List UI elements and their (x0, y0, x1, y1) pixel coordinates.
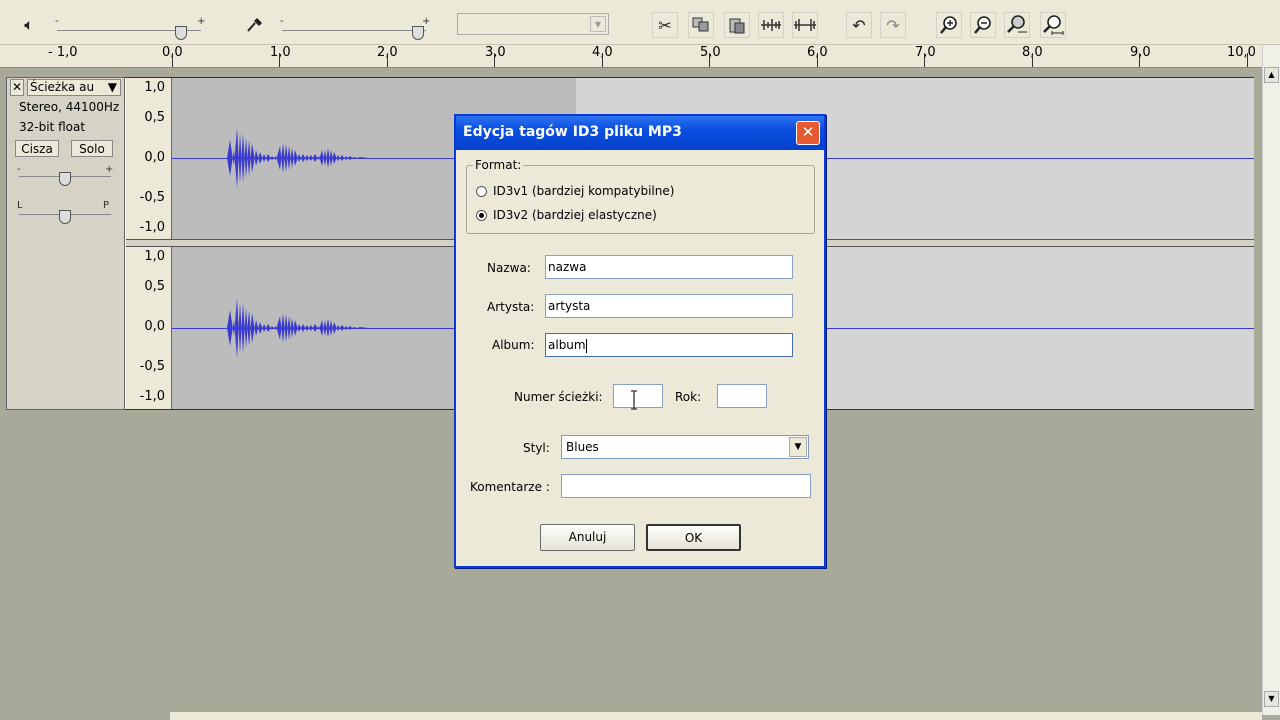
radio-id3v1[interactable] (476, 186, 487, 197)
gain-minus: - (17, 164, 21, 175)
pan-left-label: L (17, 200, 23, 211)
ruler-tick-label: 1,0 (270, 45, 291, 60)
album-field[interactable]: album (545, 333, 793, 357)
copy-icon[interactable] (688, 12, 714, 38)
ruler-tick-label: - 1,0 (48, 45, 78, 60)
waveform-shape (227, 128, 384, 358)
ruler-tick-label: 5,0 (700, 45, 721, 60)
gain-plus: + (105, 164, 114, 175)
silence-icon[interactable] (792, 12, 818, 38)
amplitude-scale-right: 1,0 0,5 0,0 -0,5 -1,0 (126, 247, 172, 409)
undo-icon[interactable]: ↶ (846, 12, 872, 38)
mic-icon[interactable] (242, 12, 268, 38)
mute-button[interactable]: Cisza (15, 140, 59, 157)
chevron-down-icon: ▼ (107, 80, 117, 94)
disabled-combo: ▼ (457, 13, 609, 35)
solo-button[interactable]: Solo (71, 140, 113, 157)
y-axis-label: -1,0 (139, 220, 165, 235)
ok-button[interactable]: OK (646, 524, 741, 551)
genre-value: Blues (566, 440, 599, 454)
track-name: Ścieżka au (30, 80, 95, 94)
timeline-ruler[interactable]: - 1,0 0,0 1,0 2,0 3,0 4,0 5,0 6,0 7,0 8,… (0, 45, 1262, 68)
track-close-button[interactable]: ✕ (10, 79, 24, 96)
slider-minus-mark: - (55, 16, 59, 27)
record-volume-slider[interactable]: - + (280, 16, 430, 42)
dialog-title: Edycja tagów ID3 pliku MP3 (463, 124, 682, 140)
y-axis-label: -0,5 (139, 359, 165, 374)
year-field[interactable] (717, 384, 767, 408)
pan-right-label: P (103, 200, 110, 211)
slider-thumb[interactable] (175, 26, 187, 40)
text-cursor-icon (631, 390, 637, 410)
y-axis-label: -0,5 (139, 190, 165, 205)
slider-minus-mark: - (280, 16, 284, 27)
speaker-icon[interactable]: 🔈︎ (16, 12, 42, 38)
slider-plus-mark: + (197, 16, 206, 27)
cut-icon[interactable]: ✂ (652, 12, 678, 38)
genre-select[interactable]: Blues ▼ (561, 435, 809, 459)
y-axis-label: 0,0 (144, 150, 165, 165)
track-gain-slider[interactable]: - + (17, 164, 114, 188)
track-name-menu[interactable]: Ścieżka au ▼ (27, 79, 121, 96)
name-field[interactable]: nazwa (545, 255, 793, 279)
artist-field[interactable]: artysta (545, 294, 793, 318)
horizontal-scrollbar[interactable] (170, 712, 1262, 720)
radio-id3v2-label: ID3v2 (bardziej elastyczne) (493, 208, 657, 222)
track-control-panel: ✕ Ścieżka au ▼ Stereo, 44100Hz 32-bit fl… (6, 77, 125, 410)
zoom-in-icon[interactable] (936, 12, 962, 38)
scroll-up-arrow-icon[interactable]: ▲ (1264, 67, 1279, 83)
artist-label: Artysta: (487, 300, 535, 314)
amplitude-scale-left: 1,0 0,5 0,0 -0,5 -1,0 (126, 78, 172, 239)
radio-id3v1-label: ID3v1 (bardziej kompatybilne) (493, 184, 675, 198)
album-value: album (548, 338, 586, 352)
ruler-tick-label: 9,0 (1130, 45, 1151, 60)
track-pan-slider[interactable]: L P (17, 200, 113, 224)
y-axis-label: 0,5 (144, 279, 165, 294)
genre-label: Styl: (523, 441, 550, 455)
slider-thumb[interactable] (412, 26, 424, 40)
slider-thumb[interactable] (59, 210, 71, 224)
comments-label: Komentarze : (470, 480, 550, 494)
main-toolbar: 🔈︎ - + - + ▼ ✂ ↶ ↷ (0, 8, 1280, 45)
y-axis-label: 0,5 (144, 110, 165, 125)
cancel-button[interactable]: Anuluj (540, 524, 635, 551)
track-bit-depth: 32-bit float (19, 120, 86, 134)
trim-icon[interactable] (758, 12, 784, 38)
ruler-tick-label: 7,0 (915, 45, 936, 60)
y-axis-label: 1,0 (144, 80, 165, 95)
track-number-label: Numer ścieżki: (514, 390, 603, 404)
dialog-title-bar[interactable]: Edycja tagów ID3 pliku MP3 ✕ (456, 116, 824, 150)
year-label: Rok: (675, 390, 702, 404)
ruler-tick-label: 3,0 (485, 45, 506, 60)
radio-id3v2[interactable] (476, 210, 487, 221)
vertical-scrollbar[interactable]: ▲ ▼ (1262, 45, 1280, 715)
format-legend: Format: (475, 158, 522, 172)
zoom-fit-icon[interactable] (1004, 12, 1030, 38)
ruler-tick-label: 10,0 (1227, 45, 1256, 60)
redo-icon[interactable]: ↷ (880, 12, 906, 38)
y-axis-label: 1,0 (144, 249, 165, 264)
zoom-out-icon[interactable] (970, 12, 996, 38)
slider-thumb[interactable] (59, 172, 71, 186)
track-format-info: Stereo, 44100Hz (19, 100, 120, 114)
zoom-selection-icon[interactable] (1040, 12, 1066, 38)
y-axis-label: -1,0 (139, 389, 165, 404)
album-label: Album: (492, 338, 535, 352)
y-axis-label: 0,0 (144, 319, 165, 334)
scroll-down-arrow-icon[interactable]: ▼ (1264, 691, 1279, 707)
id3-tags-dialog: Edycja tagów ID3 pliku MP3 ✕ Format: ID3… (454, 114, 826, 568)
paste-icon[interactable] (724, 12, 750, 38)
name-label: Nazwa: (487, 261, 531, 275)
playback-volume-slider[interactable]: - + (55, 16, 205, 42)
close-icon[interactable]: ✕ (796, 121, 820, 145)
chevron-down-icon[interactable]: ▼ (789, 437, 807, 457)
comments-field[interactable] (561, 474, 811, 498)
text-caret (585, 338, 587, 353)
